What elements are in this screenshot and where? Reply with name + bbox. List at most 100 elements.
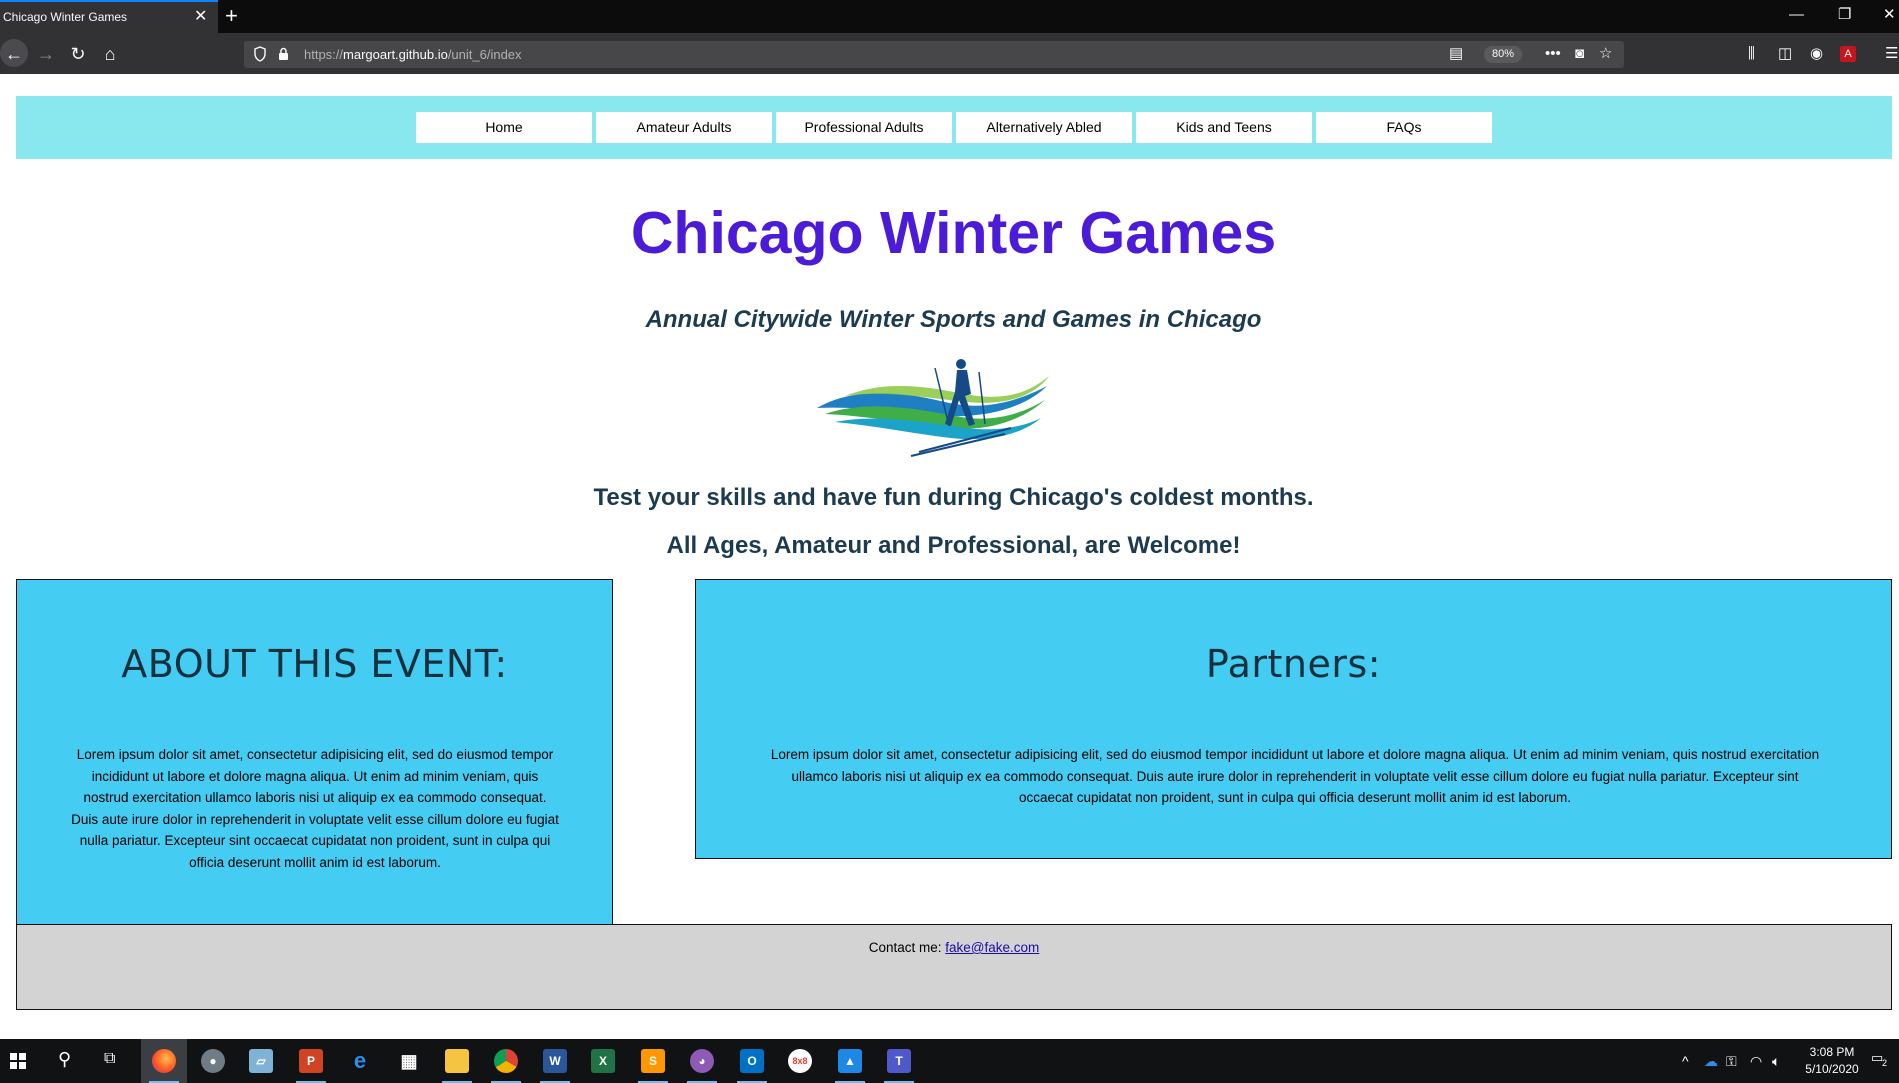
taskbar-chrome[interactable]: [483, 1039, 529, 1083]
clock-time: 3:08 PM: [1809, 1045, 1855, 1059]
taskbar-excel[interactable]: X: [580, 1039, 626, 1083]
8x8-icon: 8x8: [788, 1049, 812, 1073]
partners-heading: Partners:: [1205, 642, 1382, 686]
teams-icon: T: [887, 1049, 911, 1073]
about-heading: ABOUT THIS EVENT:: [121, 642, 508, 686]
footer: Contact me: fake@fake.com: [16, 924, 1892, 1010]
powerpoint-icon: P: [299, 1049, 323, 1073]
cross-country-skier-logo: [817, 359, 1049, 457]
folder-icon: [445, 1049, 469, 1073]
paint-icon: ●: [201, 1049, 225, 1073]
menu-icon[interactable]: ☰: [1885, 44, 1898, 64]
calculator-icon: ▦: [400, 1051, 418, 1071]
task-view-icon: ⧉: [104, 1050, 116, 1067]
about-section: ABOUT THIS EVENT: Lorem ipsum dolor sit …: [16, 579, 613, 925]
tagline-welcome: All Ages, Amateur and Professional, are …: [666, 532, 1241, 559]
wifi-icon[interactable]: ◠: [1750, 1052, 1762, 1070]
search-icon: ⚲: [58, 1049, 72, 1069]
taskbar-sublime-text[interactable]: S: [630, 1039, 676, 1083]
nav-faqs[interactable]: FAQs: [1316, 112, 1492, 143]
nav-professional-adults[interactable]: Professional Adults: [776, 112, 952, 143]
taskbar-calculator[interactable]: ▦: [386, 1039, 432, 1083]
outlook-icon: O: [740, 1049, 764, 1073]
bookmark-star-icon[interactable]: ☆: [1599, 44, 1612, 64]
active-tab[interactable]: Chicago Winter Games ✕: [0, 0, 218, 33]
partners-text: Lorem ipsum dolor sit amet, consectetur …: [770, 747, 1820, 806]
partners-section: Partners: Lorem ipsum dolor sit amet, co…: [695, 579, 1892, 859]
page-title: Chicago Winter Games: [630, 200, 1277, 266]
volume-icon[interactable]: 🔈︎: [1772, 1052, 1780, 1070]
pocket-icon[interactable]: ◙: [1575, 44, 1584, 64]
github-desktop-icon: ◕: [690, 1049, 714, 1073]
notification-count: 2: [1882, 1058, 1888, 1068]
taskbar-github-desktop[interactable]: ◕: [679, 1039, 725, 1083]
back-arrow-icon[interactable]: ←: [2, 42, 26, 66]
navigation-toolbar: ← → ↻ ⌂ https://margoart.github.io/unit_…: [0, 33, 1899, 74]
contact-email-link[interactable]: fake@fake.com: [945, 940, 1039, 955]
footer-contact: Contact me: fake@fake.com: [17, 940, 1891, 955]
nav-alternatively-abled[interactable]: Alternatively Abled: [956, 112, 1132, 143]
edge-icon: e: [353, 1048, 367, 1073]
sidebar-icon[interactable]: ◫: [1778, 44, 1792, 64]
sublime-text-icon: S: [641, 1049, 665, 1073]
pdf-extension-icon[interactable]: A: [1840, 46, 1856, 62]
word-icon: W: [543, 1049, 567, 1073]
excel-icon: X: [591, 1049, 615, 1073]
url-bar[interactable]: https://margoart.github.io/unit_6/index …: [244, 41, 1624, 68]
show-hidden-icons-chevron-icon[interactable]: ^: [1682, 1052, 1689, 1070]
nav-home[interactable]: Home: [416, 112, 592, 143]
task-view-button[interactable]: ⧉: [90, 1039, 136, 1083]
taskbar-file-explorer[interactable]: [434, 1039, 480, 1083]
taskbar-firefox[interactable]: [141, 1039, 187, 1083]
restore-icon[interactable]: ❐: [1838, 5, 1851, 25]
windows-taskbar: ⚲ ⧉ ● ▱ P e ▦ W X S ◕ O 8x8 ▲ T ^ ☁ ⚿ ◠ …: [0, 1039, 1899, 1083]
photos-icon: ▲: [838, 1049, 862, 1073]
library-icon[interactable]: ⫼: [1748, 44, 1755, 64]
reload-icon[interactable]: ↻: [66, 42, 90, 66]
zoom-level-badge[interactable]: 80%: [1484, 46, 1522, 63]
start-button[interactable]: [0, 1039, 46, 1083]
firefox-icon: [152, 1049, 176, 1073]
notepad-icon: ▱: [249, 1049, 273, 1073]
taskbar-paint[interactable]: ●: [190, 1039, 236, 1083]
reader-view-icon[interactable]: ▤: [1449, 44, 1463, 64]
nav-kids-and-teens[interactable]: Kids and Teens: [1136, 112, 1312, 143]
about-text: Lorem ipsum dolor sit amet, consectetur …: [71, 747, 559, 870]
url-path: /unit_6/index: [447, 47, 522, 62]
action-center-button[interactable]: ▭ 2: [1871, 1050, 1891, 1070]
forward-arrow-icon[interactable]: →: [34, 42, 58, 66]
system-clock[interactable]: 3:08 PM 5/10/2020: [1795, 1044, 1869, 1078]
window-close-icon[interactable]: ✕: [1883, 5, 1896, 25]
site-navigation: Home Amateur Adults Professional Adults …: [16, 96, 1892, 159]
tracking-shield-icon[interactable]: [254, 46, 266, 62]
tab-title: Chicago Winter Games: [3, 10, 128, 24]
lock-icon[interactable]: [278, 47, 289, 61]
search-button[interactable]: ⚲: [44, 1039, 90, 1083]
nav-amateur-adults[interactable]: Amateur Adults: [596, 112, 772, 143]
taskbar-notepad[interactable]: ▱: [238, 1039, 284, 1083]
clock-date: 5/10/2020: [1805, 1062, 1859, 1076]
web-page: Home Amateur Adults Professional Adults …: [0, 74, 1899, 1039]
taskbar-outlook[interactable]: O: [729, 1039, 775, 1083]
vpn-icon[interactable]: ⚿: [1726, 1052, 1737, 1070]
onedrive-cloud-icon[interactable]: ☁: [1704, 1052, 1718, 1070]
url-text[interactable]: https://margoart.github.io/unit_6/index: [304, 47, 522, 62]
home-icon[interactable]: ⌂: [98, 42, 122, 66]
url-host: margoart.github.io: [343, 47, 448, 62]
windows-logo-icon: [10, 1053, 26, 1069]
taskbar-8x8[interactable]: 8x8: [777, 1039, 823, 1083]
new-tab-icon[interactable]: +: [225, 3, 238, 29]
tab-bar: Chicago Winter Games ✕ + — ❐ ✕: [0, 0, 1899, 33]
taskbar-photos[interactable]: ▲: [827, 1039, 873, 1083]
page-subtitle: Annual Citywide Winter Sports and Games …: [645, 306, 1262, 333]
taskbar-powerpoint[interactable]: P: [288, 1039, 334, 1083]
tagline-skills: Test your skills and have fun during Chi…: [593, 484, 1314, 511]
account-icon[interactable]: ◉: [1810, 44, 1823, 64]
taskbar-teams[interactable]: T: [876, 1039, 922, 1083]
taskbar-edge[interactable]: e: [337, 1039, 383, 1083]
taskbar-word[interactable]: W: [532, 1039, 578, 1083]
page-actions-icon[interactable]: •••: [1545, 44, 1561, 64]
url-scheme: https://: [304, 47, 344, 62]
tab-close-icon[interactable]: ✕: [194, 8, 207, 26]
minimize-icon[interactable]: —: [1789, 5, 1804, 25]
